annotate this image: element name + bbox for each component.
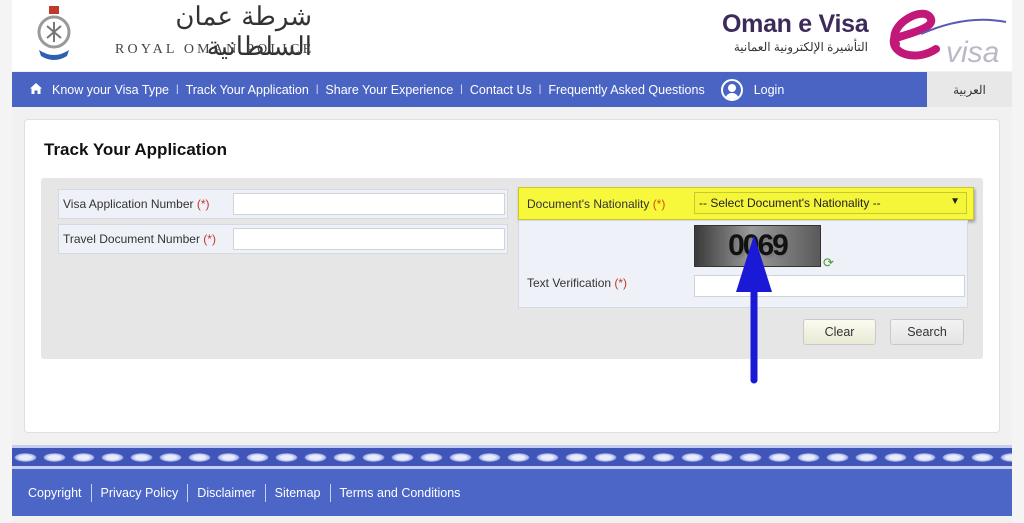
evisa-title: Oman e Visa: [722, 10, 869, 38]
footer-separator: [90, 483, 92, 502]
search-button[interactable]: Search: [890, 319, 964, 345]
pattern-motif-icon: [797, 452, 820, 462]
pattern-motif-icon: [217, 452, 240, 462]
pattern-row: [12, 452, 1012, 462]
nationality-highlight: Document's Nationality (*) -- Select Doc…: [518, 187, 974, 220]
refresh-captcha-icon[interactable]: ⟳: [823, 255, 834, 271]
pattern-motif-icon: [739, 452, 762, 462]
pattern-motif-icon: [159, 452, 182, 462]
footer-separator: [187, 483, 189, 502]
track-application-card: Track Your Application Visa Application …: [24, 119, 1000, 433]
footer-sitemap[interactable]: Sitemap: [275, 486, 321, 500]
travel-document-number-label: Travel Document Number (*): [63, 232, 216, 246]
evisa-logo-icon: visa: [889, 9, 1007, 68]
main-navigation: Know your Visa Type | Track Your Applica…: [12, 72, 927, 107]
pattern-motif-icon: [188, 452, 211, 462]
footer-privacy-policy[interactable]: Privacy Policy: [101, 486, 179, 500]
text-verification-label: Text Verification (*): [527, 276, 628, 290]
pattern-motif-icon: [14, 452, 37, 462]
required-mark: (*): [196, 197, 210, 211]
police-english-name: ROYAL OMAN POLICE: [115, 42, 315, 57]
pattern-motif-icon: [855, 452, 878, 462]
pattern-motif-icon: [43, 452, 66, 462]
home-icon[interactable]: [20, 82, 52, 97]
visa-application-number-input[interactable]: [233, 193, 505, 215]
site-header: شرطة عمان السلطانية ROYAL OMAN POLICE Om…: [12, 0, 1012, 71]
pattern-motif-icon: [623, 452, 646, 462]
pattern-motif-icon: [72, 452, 95, 462]
login-label[interactable]: Login: [754, 83, 785, 97]
evisa-arabic-subtitle: التأشيرة الإلكترونية العمانية: [733, 40, 868, 54]
pattern-motif-icon: [768, 452, 791, 462]
pattern-motif-icon: [565, 452, 588, 462]
pattern-motif-icon: [971, 452, 994, 462]
required-mark: (*): [203, 232, 216, 246]
pattern-motif-icon: [275, 452, 298, 462]
pattern-motif-icon: [826, 452, 849, 462]
pattern-motif-icon: [391, 452, 414, 462]
pattern-motif-icon: [942, 452, 965, 462]
pattern-motif-icon: [884, 452, 907, 462]
page-title: Track Your Application: [44, 140, 227, 159]
footer-copyright[interactable]: Copyright: [28, 486, 82, 500]
nav-track-application[interactable]: Track Your Application: [186, 83, 309, 97]
nationality-label: Document's Nationality (*): [527, 197, 666, 211]
pattern-motif-icon: [594, 452, 617, 462]
user-avatar-icon: [720, 78, 743, 101]
pattern-motif-icon: [101, 452, 124, 462]
nav-share-experience[interactable]: Share Your Experience: [325, 83, 453, 97]
pattern-motif-icon: [652, 452, 675, 462]
pattern-motif-icon: [130, 452, 153, 462]
nav-separator: |: [315, 84, 319, 95]
nav-contact-us[interactable]: Contact Us: [470, 83, 532, 97]
footer-terms[interactable]: Terms and Conditions: [340, 486, 461, 500]
pattern-motif-icon: [246, 452, 269, 462]
footer-separator: [264, 483, 266, 502]
chevron-down-icon: ▼: [950, 196, 960, 207]
royal-oman-police-emblem-icon: [37, 6, 71, 60]
visa-application-number-label: Visa Application Number (*): [63, 197, 210, 211]
pattern-motif-icon: [362, 452, 385, 462]
track-form-panel: Visa Application Number (*) Travel Docum…: [41, 178, 983, 359]
pattern-motif-icon: [449, 452, 472, 462]
evisa-logo-text: visa: [946, 36, 999, 68]
site-footer: Copyright Privacy Policy Disclaimer Site…: [12, 469, 1012, 516]
nav-faq[interactable]: Frequently Asked Questions: [548, 83, 704, 97]
nav-separator: |: [538, 84, 542, 95]
annotation-arrow-icon: [736, 235, 772, 384]
clear-button[interactable]: Clear: [803, 319, 876, 345]
pattern-motif-icon: [304, 452, 327, 462]
pattern-motif-icon: [507, 452, 530, 462]
nav-separator: |: [175, 84, 179, 95]
nationality-select[interactable]: -- Select Document's Nationality -- ▼: [694, 192, 967, 214]
decorative-pattern-band: [12, 445, 1012, 469]
required-mark: (*): [652, 197, 666, 211]
footer-disclaimer[interactable]: Disclaimer: [197, 486, 255, 500]
language-switch-arabic[interactable]: العربية: [927, 72, 1012, 107]
pattern-motif-icon: [710, 452, 733, 462]
pattern-motif-icon: [420, 452, 443, 462]
pattern-motif-icon: [536, 452, 559, 462]
nav-separator: |: [460, 84, 463, 95]
pattern-motif-icon: [681, 452, 704, 462]
login-link[interactable]: Login: [720, 78, 785, 101]
pattern-motif-icon: [1000, 452, 1012, 462]
pattern-motif-icon: [478, 452, 501, 462]
nationality-select-value: -- Select Document's Nationality --: [699, 196, 881, 210]
pattern-motif-icon: [913, 452, 936, 462]
required-mark: (*): [614, 276, 628, 290]
nav-know-visa-type[interactable]: Know your Visa Type: [52, 83, 169, 97]
pattern-motif-icon: [333, 452, 356, 462]
travel-document-number-input[interactable]: [233, 228, 505, 250]
footer-separator: [329, 483, 331, 502]
